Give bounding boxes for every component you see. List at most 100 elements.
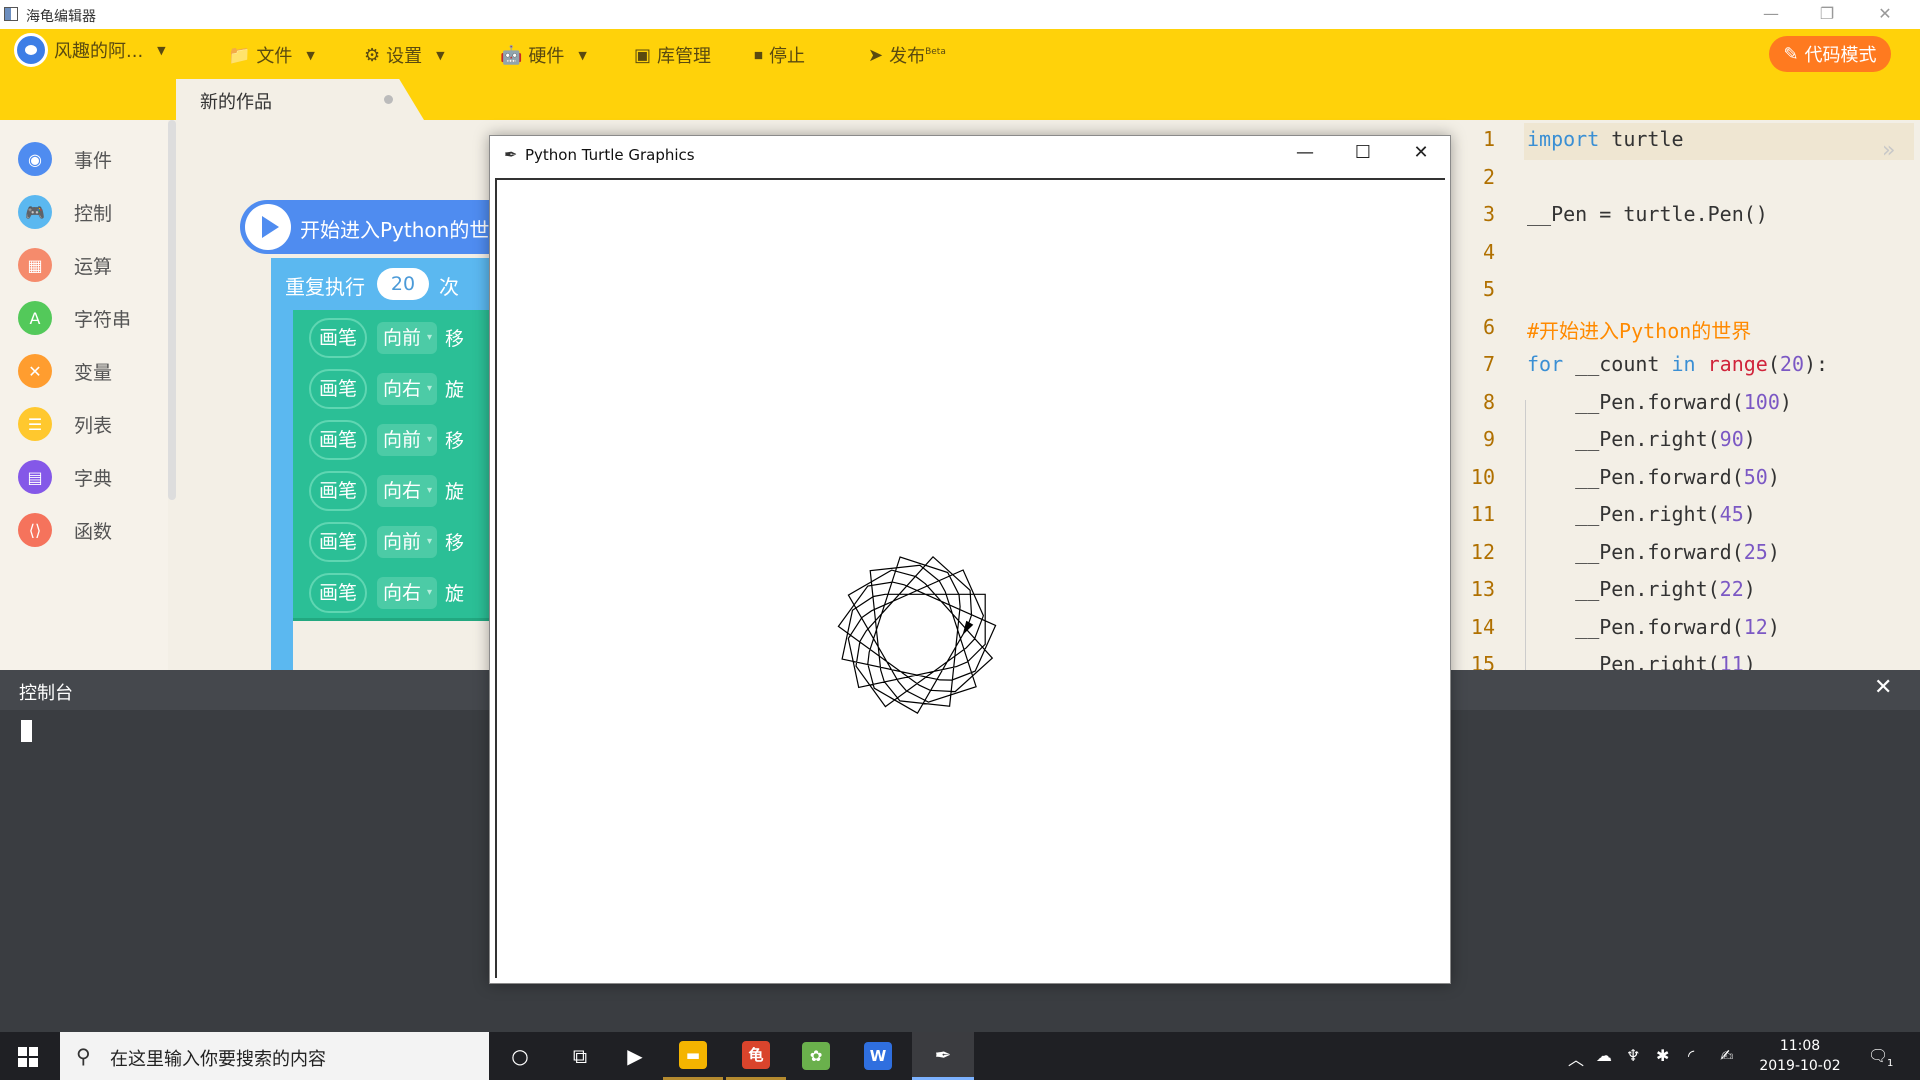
tab-bar: 新的作品 [0, 79, 1920, 120]
tab-new-work[interactable]: 新的作品 [176, 79, 424, 120]
repeat-block[interactable]: 重复执行 20 次 [271, 258, 490, 310]
file-menu[interactable]: 📁 文件 ▼ [228, 42, 315, 68]
code-mode-button[interactable]: ✎ 代码模式 [1769, 36, 1891, 72]
pen-icon[interactable]: ✍ [1720, 1046, 1733, 1065]
category-function[interactable]: ⟨⟩ 函数 [18, 510, 112, 550]
close-icon[interactable]: ✕ [1870, 4, 1900, 26]
pen-label: 画笔 [309, 573, 367, 613]
code-text: __Pen = turtle.Pen() [1527, 202, 1768, 226]
category-control[interactable]: 🎮 控制 [18, 192, 112, 232]
event-icon: ◉ [18, 142, 52, 176]
user-menu[interactable]: 风趣的阿... ▼ [14, 33, 166, 67]
wps-writer-icon[interactable]: W [848, 1032, 908, 1080]
list-icon: ☰ [18, 407, 52, 441]
wifi-icon[interactable]: ◜ [1688, 1046, 1694, 1065]
category-event[interactable]: ◉ 事件 [18, 139, 112, 179]
code-line[interactable]: 10 __Pen.forward(50) [1450, 465, 1920, 502]
category-variable[interactable]: ✕ 变量 [18, 351, 112, 391]
direction-dropdown[interactable]: 向前 [377, 424, 437, 456]
category-string[interactable]: A 字符串 [18, 298, 131, 338]
code-line[interactable]: 7 for __count in range(20): [1450, 352, 1920, 389]
usb-icon[interactable]: ♆ [1626, 1046, 1640, 1065]
code-line[interactable]: 6 #开始进入Python的世界 [1450, 315, 1920, 352]
palette-scrollbar[interactable] [168, 120, 176, 500]
category-label: 字符串 [74, 308, 132, 331]
chevron-up-icon[interactable]: ︿ [1568, 1046, 1584, 1070]
pen-label: 画笔 [309, 471, 367, 511]
collapse-panel-icon[interactable]: » [1882, 138, 1895, 163]
library-button-label: 库管理 [657, 46, 712, 67]
code-line[interactable]: 5 [1450, 277, 1920, 314]
beta-badge: Beta [925, 47, 946, 57]
pen-statement-block[interactable]: 画笔 向前 移 [293, 514, 490, 570]
publish-button-label: 发布 [889, 46, 926, 67]
pen-statement-block[interactable]: 画笔 向右 旋 [293, 565, 490, 621]
line-number: 1 [1482, 127, 1495, 151]
cloud-icon[interactable]: ☁ [1596, 1046, 1612, 1065]
close-icon[interactable]: ✕ [1874, 675, 1892, 700]
code-line[interactable]: 14 __Pen.forward(12) [1450, 615, 1920, 652]
stop-button[interactable]: ⏹ 停止 [754, 42, 805, 68]
category-dict[interactable]: ▤ 字典 [18, 457, 112, 497]
security-icon[interactable]: ✱ [1656, 1046, 1669, 1065]
maximize-icon[interactable]: ☐ [1340, 142, 1386, 168]
code-line[interactable]: 2 [1450, 165, 1920, 202]
category-list[interactable]: ☰ 列表 [18, 404, 112, 444]
code-line[interactable]: 12 __Pen.forward(25) [1450, 540, 1920, 577]
library-button[interactable]: ▣ 库管理 [634, 42, 711, 68]
console-cursor[interactable] [21, 720, 32, 742]
windows-start-icon[interactable] [18, 1047, 38, 1067]
hat-block-label: 开始进入Python的世界 [300, 218, 490, 242]
category-operators[interactable]: ▦ 运算 [18, 245, 112, 285]
photos-app-icon[interactable]: ✿ [786, 1032, 846, 1080]
pen-statement-block[interactable]: 画笔 向右 旋 [293, 361, 490, 417]
code-line[interactable]: 1 import turtle [1450, 127, 1920, 164]
cortana-icon[interactable]: ○ [490, 1032, 550, 1080]
hardware-menu[interactable]: 🤖 硬件 ▼ [500, 42, 587, 68]
code-line[interactable]: 15 __Pen.right(11) [1450, 652, 1920, 670]
code-line[interactable]: 4 [1450, 240, 1920, 277]
taskbar-search[interactable]: ⚲ 在这里输入你要搜索的内容 [60, 1032, 489, 1080]
line-number: 9 [1482, 427, 1495, 451]
pen-statement-block[interactable]: 画笔 向右 旋 [293, 463, 490, 519]
turtle-canvas[interactable] [495, 178, 1445, 978]
stop-button-label: 停止 [769, 46, 805, 67]
code-line[interactable]: 13 __Pen.right(22) [1450, 577, 1920, 614]
taskbar-clock[interactable]: 11:08 2019-10-02 [1745, 1036, 1855, 1076]
task-view-icon[interactable]: ⧉ [550, 1032, 610, 1080]
direction-dropdown[interactable]: 向右 [377, 577, 437, 609]
media-player-icon[interactable]: ▶ [605, 1032, 665, 1080]
code-line[interactable]: 3 __Pen = turtle.Pen() [1450, 202, 1920, 239]
minimize-icon[interactable]: — [1282, 142, 1328, 168]
close-icon[interactable]: ✕ [1398, 142, 1444, 168]
turtle-drawing [837, 555, 997, 715]
direction-dropdown[interactable]: 向右 [377, 475, 437, 507]
code-editor[interactable]: 1 import turtle 2 3 __Pen = turtle.Pen() 4 5 6 #… [1450, 120, 1920, 670]
publish-button[interactable]: ➤ 发布 Beta [868, 42, 946, 68]
direction-dropdown[interactable]: 向右 [377, 373, 437, 405]
play-icon[interactable] [245, 204, 291, 250]
pen-statement-block[interactable]: 画笔 向前 移 [293, 412, 490, 468]
block-text: 移 [445, 430, 465, 452]
restore-icon[interactable]: ❐ [1812, 4, 1842, 26]
code-line[interactable]: 8 __Pen.forward(100) [1450, 390, 1920, 427]
notification-icon[interactable]: 🗨 [1868, 1046, 1888, 1065]
block-text: 移 [445, 328, 465, 350]
direction-dropdown[interactable]: 向前 [377, 322, 437, 354]
code-line[interactable]: 11 __Pen.right(45) [1450, 502, 1920, 539]
code-line[interactable]: 9 __Pen.right(90) [1450, 427, 1920, 464]
turtle-window-titlebar[interactable]: ✒ Python Turtle Graphics — ☐ ✕ [490, 136, 1450, 174]
block-workspace[interactable]: 开始进入Python的世界 重复执行 20 次 画笔 向前 移 画笔 向右 旋 … [176, 120, 490, 670]
direction-dropdown[interactable]: 向前 [377, 526, 437, 558]
turtle-graphics-window[interactable]: ✒ Python Turtle Graphics — ☐ ✕ [489, 135, 1451, 984]
line-number: 5 [1482, 277, 1495, 301]
start-hat-block[interactable]: 开始进入Python的世界 [240, 200, 490, 254]
turtle-editor-taskbar-icon[interactable]: 龟 [726, 1032, 786, 1080]
file-explorer-icon[interactable]: ▬ [663, 1032, 723, 1080]
python-turtle-taskbar-icon[interactable]: ✒ [912, 1032, 974, 1080]
pen-statement-block[interactable]: 画笔 向前 移 [293, 310, 490, 366]
repeat-count-input[interactable]: 20 [377, 268, 429, 300]
minimize-icon[interactable]: — [1756, 4, 1786, 26]
code-text: import turtle [1527, 127, 1684, 151]
settings-menu[interactable]: ⚙ 设置 ▼ [364, 42, 445, 68]
